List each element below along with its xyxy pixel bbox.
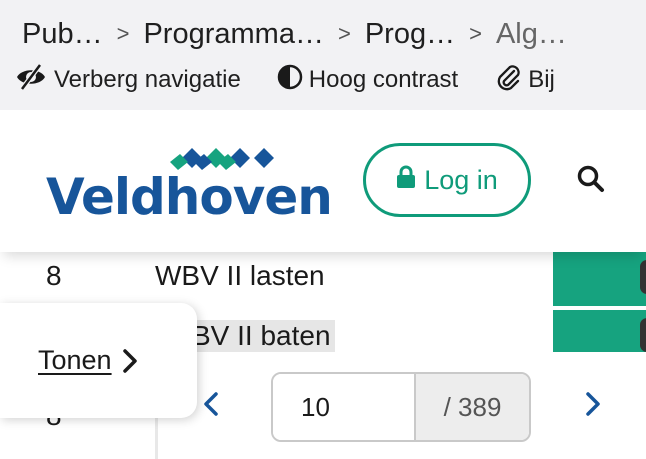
high-contrast-label: Hoog contrast: [308, 66, 459, 93]
chevron-left-icon: [203, 391, 219, 422]
chevron-right-icon: [122, 348, 138, 374]
previous-page-button[interactable]: [197, 388, 225, 424]
site-header: Veldhoven Log in: [0, 110, 646, 252]
next-page-button[interactable]: [579, 388, 607, 424]
row-label: BV II baten: [188, 320, 335, 352]
breadcrumb-item-current[interactable]: Alg…: [496, 18, 567, 51]
row-number: 8: [46, 260, 62, 291]
hide-navigation-label: Verberg navigatie: [54, 66, 241, 93]
pagination: / 389: [155, 352, 646, 459]
paperclip-icon: [494, 63, 528, 98]
top-bar: Pub… > Programma… > Prog… > Alg… Verberg…: [0, 0, 646, 110]
attachments-label: Bij: [528, 66, 555, 93]
value-bar: [553, 252, 646, 306]
lock-icon: [396, 165, 424, 196]
login-label: Log in: [424, 164, 498, 195]
attachments-button[interactable]: Bij: [494, 63, 555, 98]
eye-slash-icon: [14, 63, 54, 98]
show-link[interactable]: Tonen: [38, 345, 112, 376]
breadcrumb-item[interactable]: Prog…: [365, 18, 455, 51]
breadcrumb-separator: >: [469, 21, 482, 46]
high-contrast-button[interactable]: Hoog contrast: [277, 64, 458, 97]
logo-text: Veldhoven: [46, 168, 333, 226]
table-row: 8 WBV II lasten: [0, 252, 646, 306]
breadcrumb-separator: >: [337, 21, 351, 46]
breadcrumb-item[interactable]: Programma…: [143, 18, 324, 51]
search-button[interactable]: [572, 162, 610, 200]
login-button[interactable]: Log in: [363, 143, 531, 217]
value-marker: [640, 318, 646, 352]
hide-navigation-button[interactable]: Verberg navigatie: [14, 63, 241, 98]
show-panel[interactable]: Tonen: [0, 303, 197, 418]
page-total: / 389: [414, 374, 529, 440]
chevron-right-icon: [585, 391, 601, 422]
page-number-input[interactable]: [273, 374, 414, 440]
page-field: / 389: [271, 372, 531, 442]
row-label: WBV II lasten: [155, 260, 325, 291]
accessibility-toolbar: Verberg navigatie Hoog contrast Bij: [14, 62, 591, 98]
contrast-icon: [277, 64, 309, 97]
value-marker: [640, 260, 646, 294]
breadcrumb: Pub… > Programma… > Prog… > Alg…: [22, 14, 567, 54]
value-bar: [553, 310, 646, 352]
search-icon: [576, 164, 606, 199]
breadcrumb-item[interactable]: Pub…: [22, 18, 103, 51]
veldhoven-logo[interactable]: Veldhoven: [46, 140, 333, 230]
breadcrumb-separator: >: [116, 21, 130, 46]
